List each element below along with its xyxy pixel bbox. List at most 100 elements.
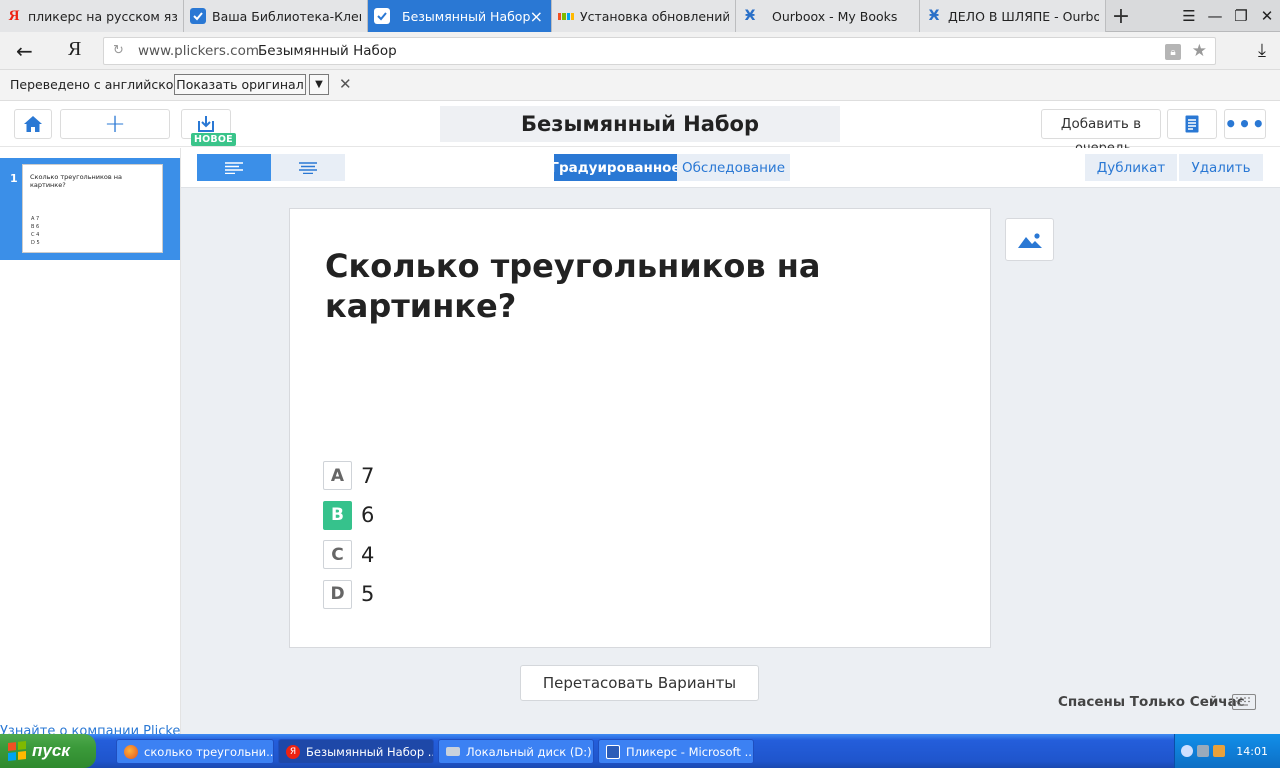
translation-dropdown[interactable]: ▼: [309, 74, 329, 95]
answer-text[interactable]: 6: [361, 503, 374, 527]
survey-toggle[interactable]: Обследование: [677, 154, 790, 181]
minimize-icon[interactable]: —: [1202, 0, 1228, 32]
align-center-icon: [299, 161, 317, 174]
browser-tab[interactable]: Ӿ ДЕЛО В ШЛЯПЕ - Ourboo: [920, 0, 1106, 32]
windows-taskbar: пуск сколько треугольни... Я Безымянный …: [0, 734, 1280, 768]
drive-icon: [446, 747, 460, 756]
window-controls: ☰ — ❐ ✕: [1176, 0, 1280, 32]
tab-title: Ваша Библиотека-Клещ: [212, 8, 361, 24]
plus-icon: +: [104, 109, 126, 139]
set-title[interactable]: Безымянный Набор: [440, 106, 840, 142]
editor-main: Градуированное Обследование Дубликат Уда…: [181, 148, 1280, 734]
tray-app-icon[interactable]: [1213, 745, 1225, 757]
slide-number: 1: [10, 172, 18, 185]
taskbar-item-drive[interactable]: Локальный диск (D:): [438, 739, 594, 764]
back-arrow-icon[interactable]: ←: [16, 39, 33, 63]
answer-text[interactable]: 7: [361, 464, 374, 488]
new-tab-button[interactable]: +: [1106, 0, 1136, 32]
answer-letter-a[interactable]: A: [323, 461, 352, 491]
bookmark-star-icon[interactable]: ★: [1192, 41, 1207, 61]
yandex-icon: Я: [8, 7, 20, 24]
document-button[interactable]: [1167, 109, 1217, 139]
browser-tab[interactable]: Ваша Библиотека-Клещ: [184, 0, 368, 32]
question-card: Сколько треугольников на картинке? A 7 B…: [289, 208, 991, 648]
duplicate-button[interactable]: Дубликат: [1085, 154, 1177, 181]
start-label: пуск: [32, 741, 70, 760]
restore-icon[interactable]: ❐: [1228, 0, 1254, 32]
taskbar-item-word[interactable]: Пликерс - Microsoft ...: [598, 739, 754, 764]
thumbnail-answer: B 6: [31, 224, 40, 230]
answer-row: C 4: [323, 535, 374, 575]
app-toolbar: + НОВОЕ Безымянный Набор Добавить в очер…: [0, 101, 1280, 156]
new-badge: НОВОЕ: [191, 133, 236, 146]
answer-letter-c[interactable]: C: [323, 540, 352, 570]
thumbnail-question: Сколько треугольников на картинке?: [30, 173, 123, 189]
chevron-down-icon: ▼: [315, 79, 323, 90]
taskbar-item-yandex[interactable]: Я Безымянный Набор ...: [278, 739, 434, 764]
browser-tab[interactable]: Ӿ Ourboox - My Books: [736, 0, 920, 32]
slide-list-item[interactable]: 1 Сколько треугольников на картинке? A 7…: [0, 158, 180, 260]
clock: 14:01: [1236, 745, 1268, 758]
add-image-button[interactable]: [1005, 218, 1054, 261]
document-icon: [1185, 115, 1199, 133]
check-icon: [190, 8, 206, 24]
thumbnail-answer: C 4: [31, 232, 40, 238]
taskbar-item-label: Безымянный Набор ...: [306, 744, 434, 759]
windows-flag-icon: [8, 741, 26, 761]
question-text[interactable]: Сколько треугольников на картинке?: [325, 246, 825, 326]
browser-tab-active[interactable]: Безымянный Набор ×: [368, 0, 552, 32]
save-status: Спасены Только Сейчас: [1058, 694, 1245, 710]
tab-title: ДЕЛО В ШЛЯПЕ - Ourboo: [948, 8, 1099, 24]
network-icon[interactable]: [1197, 745, 1209, 757]
windows-icon: [558, 8, 574, 24]
firefox-icon: [124, 744, 138, 759]
tab-title: пликерс на русском язык: [28, 8, 177, 24]
answer-letter-d[interactable]: D: [323, 579, 352, 609]
slide-thumbnail: Сколько треугольников на картинке? A 7 B…: [22, 164, 163, 253]
add-question-button[interactable]: +: [60, 109, 170, 139]
image-icon: [1017, 232, 1042, 248]
keyboard-icon[interactable]: [1232, 694, 1256, 710]
close-window-icon[interactable]: ✕: [1254, 0, 1280, 32]
close-translation-icon[interactable]: ✕: [339, 75, 352, 93]
system-tray: 14:01: [1174, 734, 1280, 768]
browser-tab-bar: Я пликерс на русском язык Ваша Библиотек…: [0, 0, 1280, 32]
answer-text[interactable]: 5: [361, 582, 374, 606]
home-icon: [24, 116, 42, 132]
menu-icon[interactable]: ☰: [1176, 0, 1202, 32]
lock-icon[interactable]: 🔒︎: [1165, 44, 1181, 60]
slides-sidebar: 1 Сколько треугольников на картинке? A 7…: [0, 148, 193, 739]
tab-title: Установка обновлений О: [580, 8, 729, 24]
tab-title: Ourboox - My Books: [772, 8, 898, 24]
browser-tab[interactable]: Установка обновлений О: [552, 0, 736, 32]
add-to-queue-button[interactable]: Добавить в: [1041, 109, 1161, 139]
browser-tab[interactable]: Я пликерс на русском язык: [0, 0, 184, 32]
show-original-button[interactable]: Показать оригинал: [174, 74, 306, 95]
reload-icon[interactable]: ↻: [113, 43, 124, 58]
graded-toggle[interactable]: Градуированное: [550, 154, 681, 181]
more-options-button[interactable]: •••: [1224, 109, 1266, 139]
delete-button[interactable]: Удалить: [1179, 154, 1263, 181]
url-page-title: Безымянный Набор: [258, 43, 397, 59]
check-icon: [374, 8, 390, 24]
answer-list: A 7 B 6 C 4 D 5: [323, 456, 374, 614]
layout-left-button[interactable]: [197, 154, 271, 181]
thumbnail-answer: A 7: [31, 216, 40, 222]
yandex-home-button[interactable]: Я: [68, 38, 81, 61]
home-button[interactable]: [14, 109, 52, 139]
answer-letter-b-correct[interactable]: B: [323, 500, 352, 530]
shuffle-choices-button[interactable]: Перетасовать Варианты: [520, 665, 759, 701]
ourboox-icon: Ӿ: [744, 8, 756, 24]
answer-text[interactable]: 4: [361, 543, 374, 567]
tray-expand-icon[interactable]: [1181, 745, 1193, 757]
url-field[interactable]: ↻ www.plickers.com Безымянный Набор 🔒︎ ★: [103, 37, 1216, 65]
address-bar: ← Я ↻ www.plickers.com Безымянный Набор …: [0, 32, 1280, 70]
taskbar-item-label: Пликерс - Microsoft ...: [626, 744, 754, 759]
download-icon[interactable]: ⤓: [1258, 40, 1266, 61]
close-tab-icon[interactable]: ×: [530, 7, 543, 26]
word-icon: [606, 744, 620, 759]
start-button[interactable]: пуск: [0, 734, 96, 768]
taskbar-item-firefox[interactable]: сколько треугольни...: [116, 739, 274, 764]
url-domain: www.plickers.com: [138, 43, 260, 59]
layout-center-button[interactable]: [271, 154, 345, 181]
